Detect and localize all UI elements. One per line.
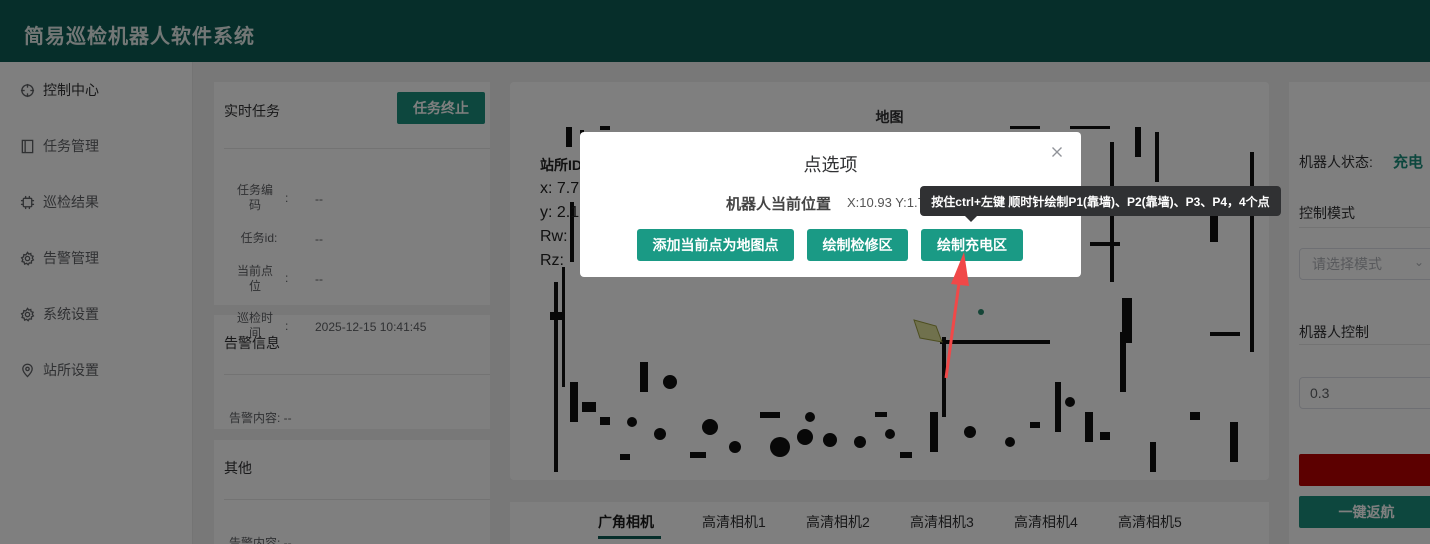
robot-position-value: X:10.93 Y:1.7 [847,195,925,210]
draw-charging-area-button[interactable]: 绘制充电区 [921,229,1023,261]
tooltip: 按住ctrl+左键 顺时针绘制P1(靠墙)、P2(靠墙)、P3、P4，4个点 [920,186,1281,216]
draw-maintenance-area-button[interactable]: 绘制检修区 [807,229,908,261]
close-icon[interactable] [1049,144,1065,160]
add-map-point-button[interactable]: 添加当前点为地图点 [637,229,794,261]
dialog-title: 点选项 [803,155,858,175]
tooltip-arrow [965,216,977,222]
robot-position-label: 机器人当前位置 [726,196,832,213]
